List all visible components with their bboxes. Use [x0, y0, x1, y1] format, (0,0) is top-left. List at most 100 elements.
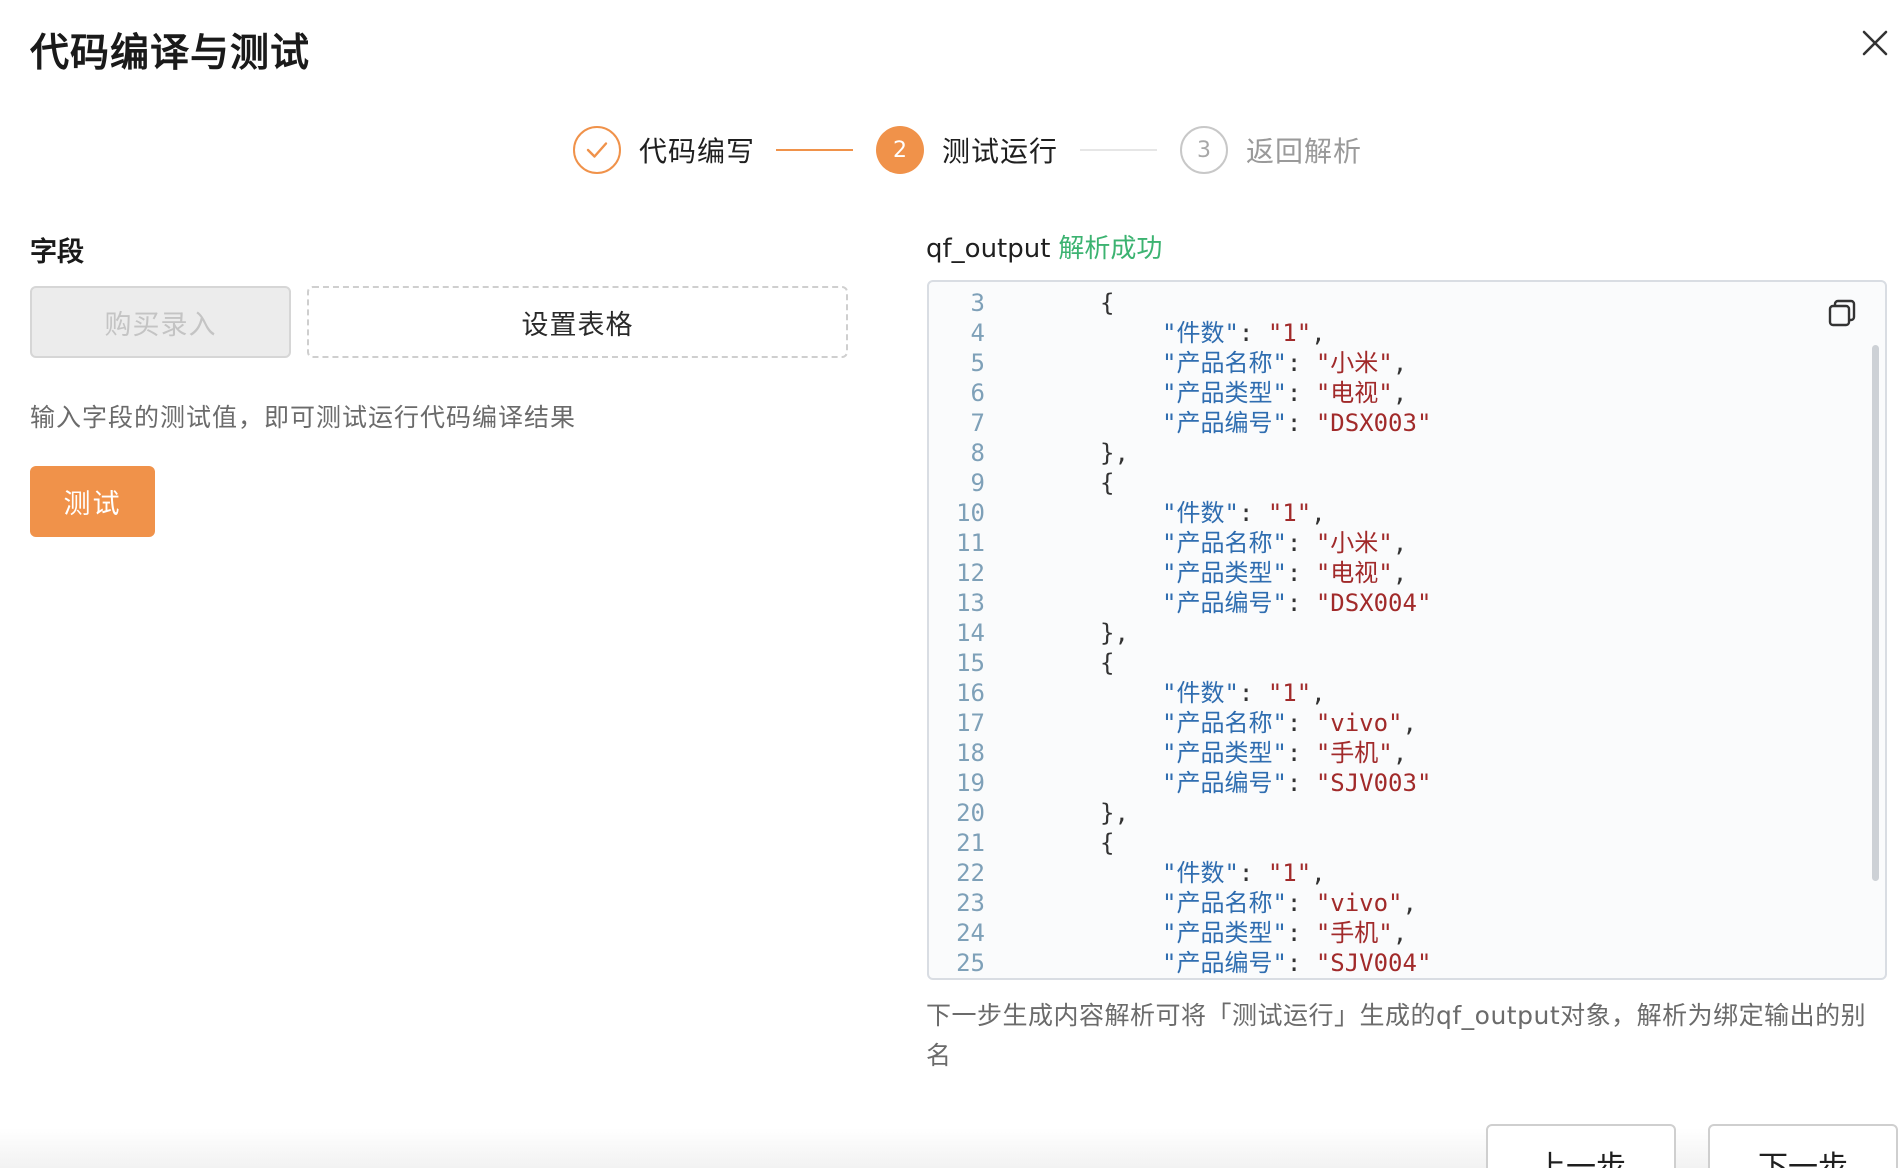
code-line: 21{: [929, 828, 1114, 858]
step-label: 代码编写: [639, 135, 756, 168]
set-table-button[interactable]: 设置表格: [307, 286, 848, 358]
json-value: "SJV003": [1315, 769, 1432, 797]
line-number: 25: [956, 949, 985, 977]
code-line: 3{: [929, 288, 1115, 318]
json-key: "产品类型": [1162, 559, 1287, 587]
dialog-title: 代码编译与测试: [30, 31, 311, 76]
next-step-button[interactable]: 下一步: [1708, 1124, 1898, 1168]
step-number: 3: [1180, 126, 1228, 174]
code-line: 8},: [929, 438, 1129, 468]
code-compile-test-dialog: 代码编译与测试 代码编写 2 测试运行 3 返回解析 字段 购买录入 设置表格 …: [0, 0, 1898, 1168]
json-value: "1": [1267, 319, 1312, 347]
json-key: "件数": [1162, 319, 1239, 347]
line-number: 9: [970, 469, 985, 497]
json-value: "小米": [1315, 529, 1393, 557]
code-line: 9{: [929, 468, 1115, 498]
line-number: 14: [956, 619, 985, 647]
code-line: 23 "产品名称": "vivo",: [929, 888, 1417, 918]
json-key: "产品名称": [1162, 529, 1287, 557]
line-number: 11: [956, 529, 985, 557]
step-number: 2: [876, 126, 924, 174]
json-value: "vivo": [1315, 889, 1403, 917]
line-number: 24: [956, 919, 985, 947]
line-number: 10: [956, 499, 985, 527]
json-key: "产品类型": [1162, 919, 1287, 947]
code-line: 15{: [929, 648, 1114, 678]
line-number: 20: [956, 799, 985, 827]
step-label: 测试运行: [942, 135, 1059, 168]
fields-heading: 字段: [30, 237, 84, 268]
output-hint: 下一步生成内容解析可将「测试运行」生成的qf_output对象，解析为绑定输出的…: [926, 1001, 1867, 1070]
code-line: 22 "件数": "1",: [929, 858, 1326, 888]
line-number: 8: [970, 439, 985, 467]
code-line: 19 "产品编号": "SJV003": [929, 768, 1431, 798]
step-test-run: 2 测试运行: [876, 126, 1058, 174]
json-key: "件数": [1162, 499, 1239, 527]
json-value: "小米": [1315, 349, 1393, 377]
step-connector: [1080, 149, 1157, 151]
parse-status: 解析成功: [1058, 234, 1163, 264]
code-line: 13 "产品编号": "DSX004": [929, 588, 1431, 618]
code-line: 16 "件数": "1",: [929, 678, 1326, 708]
json-value: "电视": [1315, 559, 1393, 587]
previous-step-button[interactable]: 上一步: [1486, 1124, 1676, 1168]
step-code-writing: 代码编写: [573, 126, 755, 174]
step-connector: [776, 149, 853, 151]
json-value: "1": [1267, 859, 1312, 887]
code-line: 25 "产品编号": "SJV004": [929, 948, 1431, 978]
output-name: qf_output: [926, 234, 1051, 264]
json-value: "手机": [1315, 739, 1393, 767]
json-value: "SJV004": [1315, 949, 1432, 977]
json-key: "产品编号": [1162, 409, 1287, 437]
line-number: 21: [956, 829, 985, 857]
code-line: 17 "产品名称": "vivo",: [929, 708, 1417, 738]
json-key: "产品类型": [1162, 739, 1287, 767]
json-key: "产品名称": [1162, 349, 1287, 377]
code-line: 6 "产品类型": "电视",: [929, 378, 1408, 408]
json-value: "1": [1267, 499, 1312, 527]
close-icon[interactable]: [1860, 28, 1890, 58]
copy-icon[interactable]: [1826, 297, 1858, 329]
fields-hint: 输入字段的测试值，即可测试运行代码编译结果: [30, 403, 577, 432]
json-key: "产品类型": [1162, 379, 1287, 407]
json-value: "1": [1267, 679, 1312, 707]
json-value: "vivo": [1315, 709, 1403, 737]
code-line: 12 "产品类型": "电视",: [929, 558, 1407, 588]
line-number: 4: [970, 319, 985, 347]
line-number: 18: [956, 739, 985, 767]
json-key: "产品名称": [1162, 709, 1287, 737]
code-line: 24 "产品类型": "手机",: [929, 918, 1407, 948]
json-value: "DSX004": [1315, 589, 1432, 617]
code-scrollbar[interactable]: [1872, 345, 1879, 881]
step-return-parse: 3 返回解析: [1180, 126, 1362, 174]
code-line: 5 "产品名称": "小米",: [929, 348, 1408, 378]
code-line: 10 "件数": "1",: [929, 498, 1326, 528]
json-key: "产品编号": [1162, 589, 1287, 617]
line-number: 15: [956, 649, 985, 677]
line-number: 17: [956, 709, 985, 737]
code-line: 14},: [929, 618, 1129, 648]
purchase-entry-button: 购买录入: [30, 286, 291, 358]
line-number: 6: [970, 379, 985, 407]
json-value: "DSX003": [1315, 409, 1432, 437]
json-key: "产品编号": [1162, 769, 1287, 797]
line-number: 16: [956, 679, 985, 707]
line-number: 22: [956, 859, 985, 887]
output-header: qf_output 解析成功: [926, 228, 1162, 265]
code-line: 11 "产品名称": "小米",: [929, 528, 1407, 558]
line-number: 19: [956, 769, 985, 797]
code-line: 20},: [929, 798, 1129, 828]
line-number: 7: [970, 409, 985, 437]
step-label: 返回解析: [1246, 135, 1363, 168]
json-key: "产品名称": [1162, 889, 1287, 917]
line-number: 12: [956, 559, 985, 587]
line-number: 13: [956, 589, 985, 617]
check-icon: [573, 126, 621, 174]
json-value: "手机": [1315, 919, 1393, 947]
test-button[interactable]: 测试: [30, 466, 155, 537]
code-line: 4 "件数": "1",: [929, 318, 1326, 348]
line-number: 23: [956, 889, 985, 917]
code-line: 18 "产品类型": "手机",: [929, 738, 1407, 768]
line-number: 5: [970, 349, 985, 377]
json-value: "电视": [1315, 379, 1393, 407]
